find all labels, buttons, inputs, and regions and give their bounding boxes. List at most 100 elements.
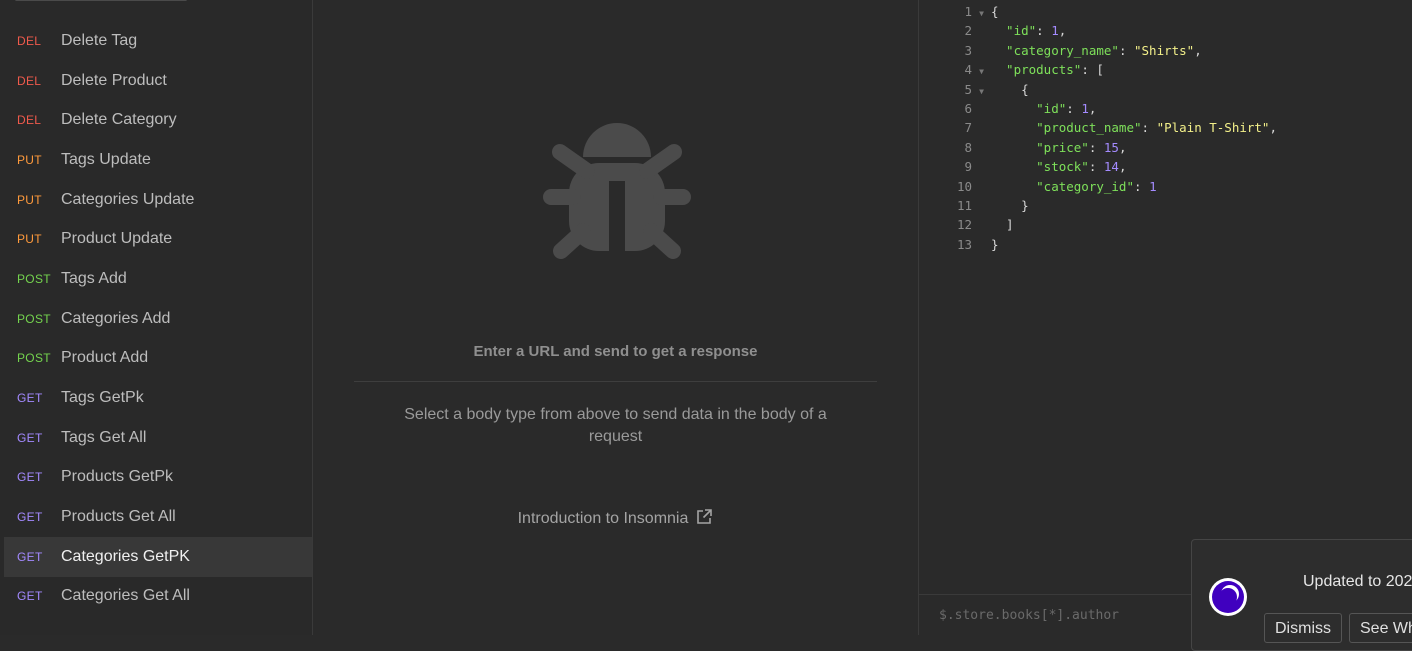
sidebar-request-item[interactable]: DEL Delete Tag [4,21,312,61]
code-token: "category_name" [991,42,1119,58]
code-token: ] [991,217,1014,233]
sidebar-scrollbar[interactable] [15,0,187,1]
request-name: Delete Product [61,71,167,89]
line-number: 1 [964,4,972,19]
http-method-badge: GET [17,510,43,525]
sidebar-request-item[interactable]: POST Categories Add [4,299,312,339]
http-method-badge: PUT [17,152,42,167]
line-number: 11 [956,197,972,213]
empty-response-title: Enter a URL and send to get a response [473,343,758,360]
sidebar-request-item[interactable]: PUT Tags Update [4,140,312,180]
code-token: "product_name" [991,120,1142,136]
request-name: Delete Category [61,111,177,129]
line-number: 4 [964,62,972,78]
request-name: Categories GetPK [61,547,190,565]
code-token: 15 [1103,139,1119,155]
sidebar-request-item[interactable]: POST Tags Add [4,259,312,299]
code-line: 9 "stock": 14, [919,157,1277,176]
code-token: , [1058,23,1067,39]
sidebar-request-item[interactable]: PUT Product Update [4,219,312,259]
sidebar-request-item[interactable]: GET Products GetPk [4,458,312,498]
sidebar-request-item[interactable]: DEL Delete Product [4,61,312,101]
code-token: : [1066,100,1082,116]
request-name: Tags Get All [61,428,147,446]
http-method-badge: DEL [17,73,42,88]
code-token: 1 [1081,100,1089,116]
code-line: 1 ▼{ [919,2,1277,21]
request-name: Categories Get All [61,587,190,605]
sidebar-request-item[interactable]: GET Tags GetPk [4,378,312,418]
request-name: Products GetPk [61,468,174,486]
code-token: : [1088,139,1104,155]
code-token: , [1269,120,1277,136]
code-line: 10 "category_id": 1 [919,177,1277,196]
code-token: { [991,4,999,19]
line-number: 8 [964,139,972,155]
http-method-badge: GET [17,589,43,604]
http-method-badge: GET [17,549,43,564]
response-json-viewer[interactable]: 1 ▼{2 "id": 1, 3 "category_name": "Shirts"… [919,2,1277,254]
code-token: "Plain T-Shirt" [1156,120,1270,136]
http-method-badge: POST [17,351,51,366]
code-line: 12 ] [919,215,1277,234]
code-token: 1 [1051,23,1059,39]
sidebar-request-item[interactable]: POST Product Add [4,339,312,379]
sidebar-request-item[interactable]: GET Categories GetPK [4,536,312,577]
code-token: : [1118,42,1134,58]
code-token: , [1118,159,1127,175]
sidebar-request-item[interactable]: GET Tags Get All [4,418,312,458]
code-token: 14 [1103,159,1119,175]
intro-insomnia-link[interactable]: Introduction to Insomnia [313,508,918,528]
code-line: 11 } [919,196,1277,215]
line-number: 9 [964,159,972,175]
code-token: "price" [991,139,1089,155]
bug-icon [543,123,691,259]
intro-link-label[interactable]: Introduction to Insomnia [518,510,689,527]
update-message: Updated to 202 [1303,573,1412,590]
request-name: Tags Add [61,269,127,287]
code-token: "id" [991,23,1037,39]
insomnia-logo-icon [1209,578,1247,616]
http-method-badge: DEL [17,33,42,48]
request-name: Product Add [61,349,149,367]
code-line: 7 "product_name": "Plain T-Shirt", [919,118,1277,137]
code-line: 2 "id": 1, [919,21,1277,40]
request-name: Categories Update [61,190,195,208]
see-whats-new-button[interactable]: See Wh [1349,613,1412,643]
request-pane: Enter a URL and send to get a response S… [313,0,918,635]
request-name: Tags Update [61,150,151,168]
dismiss-button[interactable]: Dismiss [1264,613,1342,643]
request-name: Tags GetPk [61,389,144,407]
code-token: "products" [991,62,1082,78]
update-notification: Updated to 202 Dismiss See Wh [1191,539,1412,651]
code-token: : [ [1081,62,1104,78]
code-token: { [991,81,1029,97]
http-method-badge: GET [17,391,43,406]
sidebar-request-item[interactable]: GET Categories Get All [4,577,312,617]
http-method-badge: DEL [17,113,42,128]
response-filter-input[interactable] [937,607,1201,624]
code-line: 6 "id": 1, [919,99,1277,118]
line-number: 10 [956,178,972,194]
code-line: 5 ▼ { [919,80,1277,99]
http-method-badge: GET [17,470,43,485]
code-token: "Shirts" [1134,42,1195,58]
code-token: , [1194,42,1202,58]
code-line: 13} [919,235,1277,254]
sidebar-request-item[interactable]: DEL Delete Category [4,100,312,140]
code-line: 8 "price": 15, [919,138,1277,157]
body-type-hint: Select a body type from above to send da… [404,406,827,445]
line-number: 7 [964,120,972,136]
request-list: DEL Delete Tag DEL Delete Product DEL Delete … [4,21,312,616]
sidebar-request-item[interactable]: GET Products Get All [4,497,312,537]
sidebar-request-item[interactable]: PUT Categories Update [4,180,312,220]
external-link-icon[interactable] [696,508,713,525]
line-number: 6 [964,100,972,116]
code-token: 1 [1149,178,1157,194]
line-number: 13 [956,236,972,252]
http-method-badge: POST [17,271,51,286]
line-number: 3 [964,42,972,58]
code-token: : [1088,159,1104,175]
request-sidebar: DEL Delete Tag DEL Delete Product DEL Delete … [0,0,313,635]
line-number: 12 [956,217,972,233]
